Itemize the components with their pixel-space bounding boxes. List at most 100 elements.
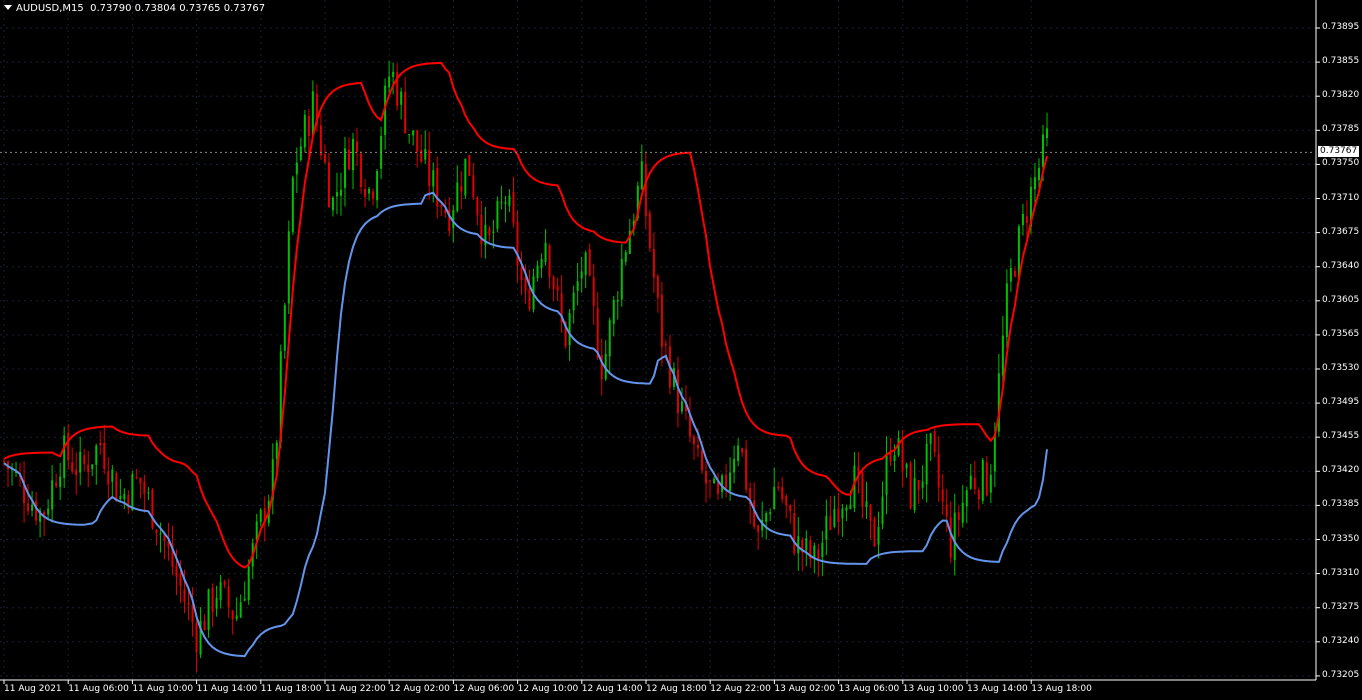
candle-body <box>27 503 30 512</box>
candle-body <box>1041 134 1044 167</box>
candle-body <box>889 453 892 462</box>
candle-body <box>412 130 415 136</box>
candle-body <box>905 463 908 469</box>
candle-body <box>881 496 884 525</box>
candle-body <box>737 445 740 461</box>
candle-body <box>777 486 780 489</box>
candle-body <box>51 480 54 510</box>
price-tick-label: 0.73750 <box>1322 158 1360 169</box>
candle-body <box>773 486 776 510</box>
symbol-label: AUDUSD,M15 <box>16 3 84 14</box>
candle-body <box>969 475 972 489</box>
candle-body <box>785 496 788 506</box>
dropdown-arrow-icon[interactable] <box>4 5 12 10</box>
candle-body <box>921 481 924 488</box>
time-tick-label: 12 Aug 02:00 <box>389 684 450 694</box>
price-chart[interactable] <box>0 0 1362 700</box>
time-tick-label: 13 Aug 18:00 <box>1031 684 1092 694</box>
price-tick-label: 0.73895 <box>1322 22 1360 32</box>
candle-body <box>701 450 704 471</box>
candle-body <box>55 482 58 487</box>
candle-body <box>729 472 732 491</box>
candle-body <box>733 459 736 473</box>
candle-body <box>123 493 126 500</box>
price-tick-label: 0.73385 <box>1322 499 1360 510</box>
candle-body <box>717 482 720 494</box>
candle-body <box>608 320 611 357</box>
candle-body <box>869 504 872 521</box>
time-tick-label: 11 Aug 06:00 <box>68 684 129 694</box>
candle-body <box>524 278 527 292</box>
time-tick-label: 11 Aug 22:00 <box>325 684 386 694</box>
candle-body <box>885 454 888 495</box>
candle-body <box>624 252 627 262</box>
candle-body <box>877 526 880 545</box>
candle-body <box>841 508 844 519</box>
candle-body <box>1009 268 1012 282</box>
candle-body <box>356 141 359 152</box>
ohlc-values: 0.73790 0.73804 0.73765 0.73767 <box>90 3 266 14</box>
candle-body <box>584 252 587 276</box>
price-tick-label: 0.73855 <box>1322 56 1360 67</box>
candle-body <box>520 267 523 281</box>
candle-body <box>243 598 246 601</box>
candle-body <box>981 460 984 501</box>
candle-body <box>925 443 928 485</box>
candle-body <box>705 471 708 484</box>
candle-body <box>35 500 38 521</box>
time-tick-label: 13 Aug 06:00 <box>838 684 900 694</box>
candle-body <box>247 566 250 601</box>
candle-body <box>203 620 206 631</box>
candle-body <box>504 202 507 204</box>
candle-body <box>664 343 667 346</box>
candle-body <box>339 189 342 196</box>
candle-body <box>588 248 591 276</box>
candle-body <box>191 604 194 623</box>
candle-body <box>71 462 74 472</box>
candle-body <box>404 91 407 133</box>
candle-body <box>540 259 543 268</box>
price-tick-label: 0.73785 <box>1322 124 1360 135</box>
candle-body <box>680 401 683 412</box>
candle-body <box>656 275 659 298</box>
candle-body <box>781 487 784 500</box>
candle-body <box>223 581 226 585</box>
time-tick-label: 13 Aug 02:00 <box>774 684 836 694</box>
candle-body <box>893 455 896 461</box>
price-tick-label: 0.73820 <box>1322 90 1360 101</box>
candle-body <box>59 476 62 487</box>
candle-body <box>131 474 134 511</box>
candle-body <box>1001 335 1004 376</box>
candle-body <box>917 480 920 491</box>
candle-body <box>307 116 310 137</box>
candle-body <box>135 477 138 479</box>
candle-body <box>953 512 956 560</box>
candle-body <box>957 512 960 521</box>
candle-body <box>516 221 519 267</box>
candle-body <box>155 529 158 534</box>
candle-body <box>612 300 615 324</box>
price-tick-label: 0.73495 <box>1322 397 1360 408</box>
chart-header[interactable]: AUDUSD,M15 0.73790 0.73804 0.73765 0.737… <box>4 3 265 14</box>
candle-body <box>67 432 70 461</box>
candle-body <box>347 149 350 170</box>
candle-body <box>456 182 459 211</box>
price-tick-label: 0.73565 <box>1322 328 1360 339</box>
candle-body <box>159 533 162 535</box>
candle-body <box>973 477 976 489</box>
price-tick-label: 0.73710 <box>1322 192 1360 203</box>
candle-body <box>725 474 728 488</box>
candle-body <box>468 155 471 176</box>
time-tick-label: 12 Aug 10:00 <box>517 684 579 694</box>
candle-body <box>408 134 411 136</box>
candle-body <box>291 177 294 233</box>
candle-body <box>644 164 647 217</box>
candle-body <box>352 138 355 171</box>
candle-body <box>945 504 948 517</box>
candle-body <box>400 91 403 105</box>
candle-body <box>392 71 395 77</box>
candle-body <box>793 513 796 554</box>
candle-body <box>464 158 467 196</box>
time-tick-label: 12 Aug 22:00 <box>710 684 771 694</box>
time-tick-label: 12 Aug 14:00 <box>581 684 643 694</box>
